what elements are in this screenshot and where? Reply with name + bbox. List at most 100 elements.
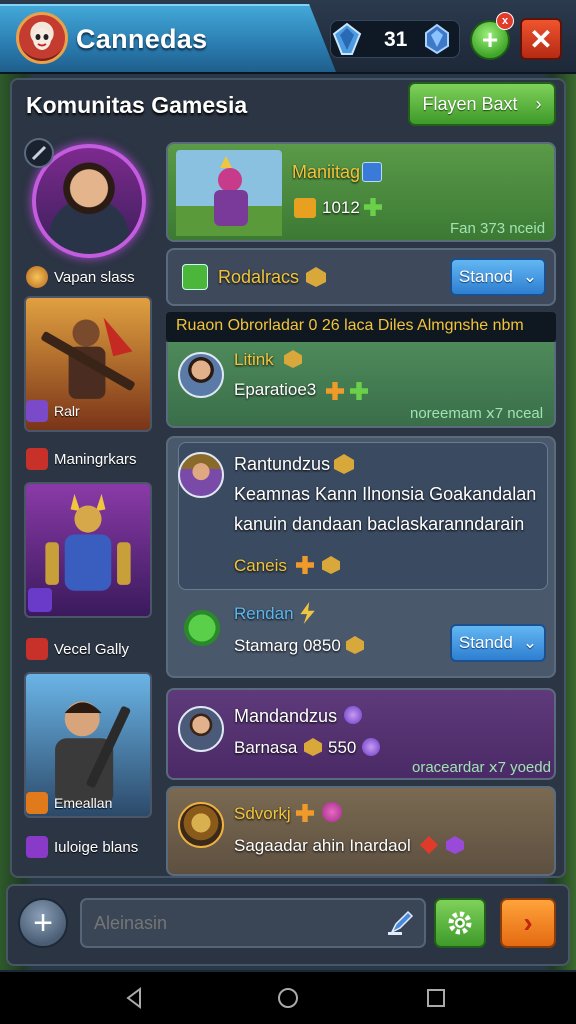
goblin-avatar	[182, 606, 222, 646]
user-avatar	[178, 706, 224, 752]
gold-gem-icon	[284, 350, 302, 368]
sidebar-item-1: Ralr	[26, 400, 80, 422]
sidebar-label: Vecel Gally	[54, 640, 130, 658]
sidebar-item-2[interactable]: Maningrkars	[26, 448, 137, 470]
sidebar-label: Maningrkars	[54, 450, 137, 468]
sidebar-label: Ralr	[54, 403, 80, 419]
home-icon[interactable]	[276, 986, 300, 1010]
stand-card: Rodalracs Stanod ⌄	[166, 248, 556, 306]
lightning-icon	[300, 602, 315, 624]
last-sub: Sagaadar ahin Inardaol	[234, 836, 411, 855]
chat-input[interactable]	[80, 898, 426, 948]
sidebar-item-3[interactable]: Vecel Gally	[26, 638, 129, 660]
purple-gem-icon	[446, 836, 464, 854]
user-avatar	[178, 352, 224, 398]
app-title: Cannedas	[76, 24, 208, 54]
lightning-badge-icon	[28, 588, 52, 612]
announcement-banner: Ruaon Obrorladar 0 26 laca Diles Almgnsh…	[166, 312, 556, 342]
green-star-icon	[350, 382, 368, 400]
sidebar-item-5[interactable]: Iuloige blans	[26, 836, 138, 858]
last-name: Sdvorkj	[234, 804, 291, 823]
character-card-warrior[interactable]: Ralr	[24, 296, 152, 432]
purple-orb-icon	[362, 738, 380, 756]
link-footer: noreemam ⅹ7 nceal	[410, 405, 544, 422]
purple-value: 550	[328, 738, 357, 757]
crystal-icon	[425, 23, 449, 55]
link-sub: Eparatioe3	[234, 380, 317, 399]
post-author: Rantundzus	[234, 454, 331, 474]
character-thumbnail	[176, 150, 282, 236]
stand-button-label: Standd	[458, 633, 513, 652]
reply-sub: Stamarg 0850	[234, 636, 341, 655]
edit-icon[interactable]	[24, 138, 54, 168]
chevron-rank-icon	[26, 448, 48, 470]
chevron-down-icon: ⌄	[522, 267, 538, 286]
sidebar-label: Iuloige blans	[54, 838, 139, 856]
chevron-rank-icon	[26, 638, 48, 660]
app-logo[interactable]	[16, 12, 68, 64]
purple-sub: Barnasa	[234, 738, 298, 757]
badge-icon	[294, 198, 316, 218]
stand-label: Rodalracs	[218, 267, 300, 287]
post-line-1: Keamnas Kann Ilnonsia Goakandalan	[234, 484, 537, 504]
post-line-2: kanuin dandaan baclaskaranndarain	[234, 514, 525, 534]
player-button-label: Flayen Baxt	[422, 93, 518, 114]
purple-orb-icon	[344, 706, 362, 724]
banner-text: Ruaon Obrorladar 0 26 laca Diles Almgnsh…	[176, 317, 524, 334]
stand-button-2[interactable]: Standd ⌄	[450, 624, 546, 662]
reply-name: Rendan	[234, 604, 294, 623]
link-card[interactable]: Litink Eparatioe3 noreemam ⅹ7 nceal	[166, 342, 556, 428]
chevron-down-icon: ⌄	[522, 633, 538, 652]
featured-name: Maniitag	[292, 162, 361, 182]
featured-card[interactable]: Maniitag 1012 Fan 373 nceid	[166, 142, 556, 242]
character-card-soldier[interactable]: Emeallan	[24, 672, 152, 818]
sidebar-item-4: Emeallan	[26, 792, 112, 814]
attach-button[interactable]: +	[18, 898, 68, 948]
gold-gem-icon	[304, 738, 322, 756]
player-button[interactable]: Flayen Baxt ›	[408, 82, 556, 126]
send-button[interactable]: ›	[500, 898, 556, 948]
orange-star-icon	[296, 804, 314, 822]
author-avatar	[178, 452, 224, 498]
notification-badge: x	[496, 12, 514, 30]
add-label: +	[481, 24, 499, 55]
sword-badge-icon	[26, 400, 48, 422]
sidebar-label: Emeallan	[54, 795, 113, 811]
gear-icon	[448, 911, 472, 935]
close-button[interactable]: ✕	[520, 18, 562, 60]
page-title: Komunitas Gamesia	[26, 92, 248, 118]
featured-footer: Fan 373 nceid	[450, 220, 546, 237]
last-card[interactable]: Sdvorkj Sagaadar ahin Inardaol	[166, 786, 556, 876]
coin-icon	[26, 266, 48, 288]
pen-icon[interactable]	[386, 908, 416, 938]
blue-tag-icon	[362, 162, 382, 182]
currency-count: 31	[384, 28, 408, 51]
stand-button[interactable]: Stanod ⌄	[450, 258, 546, 296]
purple-card[interactable]: Mandandzus Barnasa 550 oraceardar ⅹ7 yoe…	[166, 688, 556, 780]
settings-button[interactable]	[434, 898, 486, 948]
sword-icon	[182, 264, 208, 290]
sidebar-item-0[interactable]: Vapan slass	[26, 266, 135, 288]
mask-icon	[33, 28, 51, 50]
red-gem-icon	[420, 836, 438, 854]
purple-footer: oraceardar ⅹ7 yoedd	[412, 759, 551, 776]
link-name: Litink	[234, 350, 274, 369]
post-card: Rantundzus Keamnas Kann Ilnonsia Goakand…	[166, 436, 556, 678]
monster-avatar	[178, 802, 224, 848]
close-icon: ✕	[529, 23, 553, 55]
featured-score: 1012	[322, 198, 360, 217]
purple-name: Mandandzus	[234, 706, 338, 726]
star-icon	[26, 836, 48, 858]
character-card-knight[interactable]	[24, 482, 152, 618]
orange-star-icon	[326, 382, 344, 400]
arrow-right-icon: ›	[523, 907, 533, 938]
back-icon[interactable]	[122, 986, 146, 1010]
blue-gem-icon	[332, 22, 362, 55]
stand-button-label: Stanod	[458, 267, 513, 286]
plus-icon: +	[33, 903, 53, 942]
pink-orb-icon	[322, 802, 342, 822]
post-tag: Caneis	[234, 556, 287, 575]
sidebar-label: Vapan slass	[54, 268, 135, 286]
recents-icon[interactable]	[424, 986, 448, 1010]
flame-badge-icon	[26, 792, 48, 814]
